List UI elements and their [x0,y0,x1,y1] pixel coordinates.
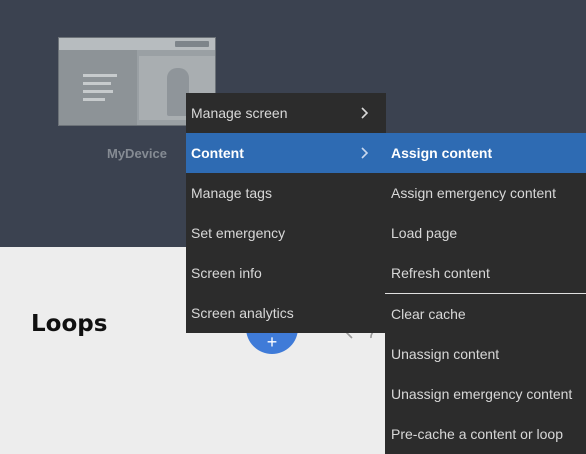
submenu-item-unassign-content[interactable]: Unassign content [385,334,586,374]
menu-item-label: Unassign emergency content [391,386,573,402]
menu-item-label: Manage screen [191,105,288,121]
thumbnail-text-line [83,98,105,101]
thumbnail-panel [59,50,137,125]
menu-item-set-emergency[interactable]: Set emergency [186,213,386,253]
submenu-item-unassign-emergency-content[interactable]: Unassign emergency content [385,374,586,414]
menu-item-label: Pre-cache a content or loop [391,426,563,442]
menu-item-label: Clear cache [391,306,466,322]
menu-item-label: Unassign content [391,346,500,362]
submenu-item-load-page[interactable]: Load page [385,213,586,253]
thumbnail-text-line [83,74,117,77]
submenu-item-refresh-content[interactable]: Refresh content [385,253,586,293]
chevron-right-icon [361,147,369,159]
submenu-item-assign-emergency-content[interactable]: Assign emergency content [385,173,586,213]
submenu-item-pre-cache[interactable]: Pre-cache a content or loop [385,414,586,454]
menu-item-manage-tags[interactable]: Manage tags [186,173,386,213]
menu-item-content[interactable]: Content [186,133,386,173]
menu-item-screen-analytics[interactable]: Screen analytics [186,293,386,333]
menu-item-screen-info[interactable]: Screen info [186,253,386,293]
menu-item-label: Load page [391,225,458,241]
thumbnail-text-line [83,90,113,93]
add-icon: + [266,332,278,352]
menu-item-label: Content [191,145,244,161]
submenu-item-assign-content[interactable]: Assign content [385,133,586,173]
chevron-right-icon [361,107,369,119]
menu-item-label: Screen info [191,265,262,281]
menu-item-label: Refresh content [391,265,490,281]
menu-item-label: Set emergency [191,225,286,241]
submenu-item-clear-cache[interactable]: Clear cache [385,294,586,334]
menu-item-manage-screen[interactable]: Manage screen [186,93,386,133]
menu-item-label: Assign emergency content [391,185,556,201]
content-submenu: Assign content Assign emergency content … [385,133,586,454]
menu-item-label: Assign content [391,145,493,161]
thumbnail-text-line [83,82,111,85]
page-title: Loops [31,311,108,337]
device-context-menu: Manage screen Content Manage tags Set em… [186,93,386,333]
menu-item-label: Manage tags [191,185,272,201]
menu-item-label: Screen analytics [191,305,294,321]
thumbnail-logo [175,41,209,47]
